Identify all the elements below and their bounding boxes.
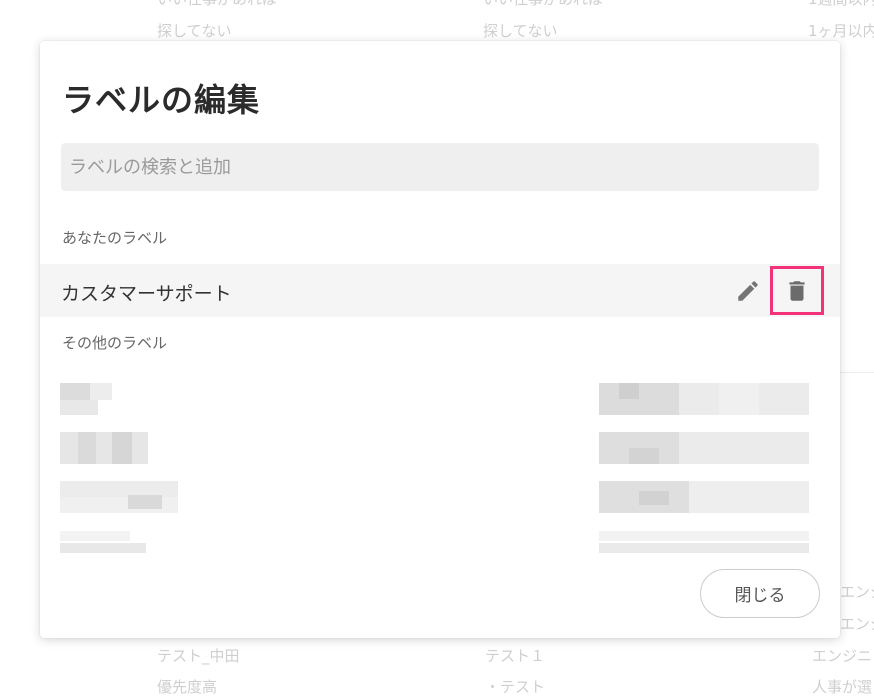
edit-labels-dialog: ラベルの編集 あなたのラベル カスタマーサポート その他のラベル <box>40 41 840 638</box>
redacted-label <box>599 481 811 515</box>
bg-cell: テスト_中田 <box>157 647 240 665</box>
bg-cell: エンジニ <box>840 615 874 633</box>
your-labels-heading: あなたのラベル <box>62 229 168 247</box>
divider <box>840 372 874 373</box>
dialog-title: ラベルの編集 <box>62 81 261 119</box>
bg-cell: エンジニ <box>840 583 874 601</box>
bg-cell: いい仕事があれば <box>157 0 277 9</box>
bg-cell: 1週間以内 <box>808 0 874 9</box>
label-search-input[interactable] <box>61 143 819 191</box>
redacted-label <box>599 432 811 466</box>
bg-cell: いい仕事があれば <box>483 0 603 9</box>
label-name: カスタマーサポート <box>61 283 232 305</box>
pencil-icon <box>738 281 758 301</box>
delete-label-button[interactable] <box>770 266 824 315</box>
edit-label-button[interactable] <box>735 278 761 304</box>
bg-cell: 探してない <box>157 22 232 40</box>
other-labels-heading: その他のラベル <box>62 334 168 352</box>
bg-cell: 人事が選 <box>812 678 873 696</box>
label-row[interactable]: カスタマーサポート <box>40 264 840 317</box>
redacted-label <box>60 432 170 466</box>
bg-cell: 1ヶ月以内 <box>808 22 874 40</box>
redacted-label <box>599 531 811 555</box>
redacted-label <box>60 531 150 555</box>
bg-cell: ・テスト <box>485 678 546 696</box>
bg-cell: エンジニ <box>812 647 873 665</box>
bg-cell: 探してない <box>483 22 558 40</box>
trash-icon <box>789 280 805 301</box>
bg-cell: 優先度高 <box>157 678 218 696</box>
redacted-label <box>599 383 811 417</box>
close-button[interactable]: 閉じる <box>700 569 820 618</box>
bg-cell: テスト１ <box>485 647 546 665</box>
redacted-label <box>60 481 180 515</box>
redacted-label <box>60 383 130 417</box>
